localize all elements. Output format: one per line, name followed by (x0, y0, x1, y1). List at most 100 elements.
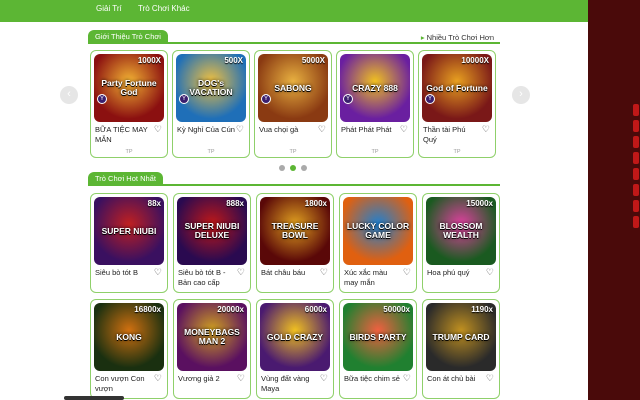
carousel-dot[interactable] (279, 165, 285, 171)
game-card[interactable]: TRUMP CARD 1190x Con át chủ bài ♡ (422, 299, 500, 399)
favorite-heart-icon[interactable]: ♡ (400, 124, 408, 135)
game-card[interactable]: CRAZY 888 Y Phát Phát Phát ♡ TP (336, 50, 414, 158)
multiplier-badge: 1800x (304, 199, 327, 208)
game-name[interactable]: Bữa tiệc chim sẻ (344, 374, 402, 384)
game-name[interactable]: Xúc xắc màu may mắn (344, 268, 402, 288)
game-name[interactable]: Siêu bò tót B (95, 268, 153, 278)
game-name[interactable]: Phát Phát Phát (341, 125, 399, 135)
game-thumbnail[interactable]: KONG 16800x (94, 303, 164, 371)
game-art-title: GOLD CRAZY (266, 331, 324, 342)
provider-logo-icon: Y (343, 94, 353, 104)
game-art-title: BIRDS PARTY (349, 331, 407, 342)
game-name[interactable]: Con vượn Con vượn (95, 374, 153, 394)
game-thumbnail[interactable]: TRUMP CARD 1190x (426, 303, 496, 371)
game-card[interactable]: TREASURE BOWL 1800x Bát châu báu ♡ (256, 193, 334, 293)
game-name[interactable]: Vua chọi gà (259, 125, 317, 135)
favorite-heart-icon[interactable]: ♡ (486, 267, 494, 278)
favorite-heart-icon[interactable]: ♡ (237, 267, 245, 278)
favorite-heart-icon[interactable]: ♡ (486, 373, 494, 384)
favorite-heart-icon[interactable]: ♡ (237, 373, 245, 384)
game-art-title: LUCKY COLOR GAME (346, 221, 410, 240)
multiplier-badge: 1190x (471, 305, 493, 314)
favorite-heart-icon[interactable]: ♡ (154, 124, 162, 135)
game-thumbnail[interactable]: TREASURE BOWL 1800x (260, 197, 330, 265)
game-card[interactable]: SUPER NIUBI DELUXE 888x Siêu bò tót B - Bả… (173, 193, 251, 293)
game-card[interactable]: BLOSSOM WEALTH 15000x Hoa phú quý ♡ (422, 193, 500, 293)
game-card[interactable]: SABONG 5000X Y Vua chọi gà ♡ TP (254, 50, 332, 158)
provider-label: TP (125, 149, 133, 155)
multiplier-badge: 50000x (383, 305, 410, 314)
favorite-heart-icon[interactable]: ♡ (482, 124, 490, 135)
game-art-title: MONEYBAGS MAN 2 (184, 327, 240, 346)
provider-logo-icon: Y (261, 94, 271, 104)
more-games-link[interactable]: ▸ Nhiều Trò Chơi Hơn (421, 33, 494, 42)
game-card[interactable]: GOLD CRAZY 6000x Vùng đất vàng Maya ♡ (256, 299, 334, 399)
carousel-prev-button[interactable]: ‹ (60, 86, 78, 104)
multiplier-badge: 5000X (301, 56, 325, 65)
game-thumbnail[interactable]: Party Fortune God 1000X Y (94, 54, 164, 122)
multiplier-badge: 6000x (304, 305, 327, 314)
game-art-title: BLOSSOM WEALTH (439, 221, 483, 240)
multiplier-badge: 15000x (466, 199, 493, 208)
game-card[interactable]: Party Fortune God 1000X Y BỮA TIỆC MAY MẮN ♡… (90, 50, 168, 158)
hot-section-tag: Trò Chơi Hot Nhất (88, 172, 163, 186)
intro-section-header: Giới Thiệu Trò Chơi ▸ Nhiều Trò Chơi Hơn (88, 30, 500, 44)
game-name[interactable]: Thần tài Phú Quý (423, 125, 481, 145)
game-card[interactable]: DOG's VACATION 500X Y Kỳ Nghỉ Của Cún ♡ TP (172, 50, 250, 158)
favorite-heart-icon[interactable]: ♡ (154, 373, 162, 384)
game-card[interactable]: MONEYBAGS MAN 2 20000x Vương giả 2 ♡ (173, 299, 251, 399)
multiplier-badge: 10000X (461, 56, 489, 65)
game-thumbnail[interactable]: DOG's VACATION 500X Y (176, 54, 246, 122)
game-thumbnail[interactable]: CRAZY 888 Y (340, 54, 410, 122)
carousel-next-button[interactable]: › (512, 86, 530, 104)
game-art-title: CRAZY 888 (352, 82, 398, 93)
game-name[interactable]: Vương giả 2 (178, 374, 236, 384)
game-name[interactable]: Hoa phú quý (427, 268, 485, 278)
game-thumbnail[interactable]: BIRDS PARTY 50000x (343, 303, 413, 371)
game-card[interactable]: KONG 16800x Con vượn Con vượn ♡ (90, 299, 168, 399)
nav-link-entertainment[interactable]: Giải Trí (96, 4, 122, 13)
favorite-heart-icon[interactable]: ♡ (236, 124, 244, 135)
game-name[interactable]: Kỳ Nghỉ Của Cún (177, 125, 235, 135)
game-card[interactable]: BIRDS PARTY 50000x Bữa tiệc chim sẻ ♡ (339, 299, 417, 399)
favorite-heart-icon[interactable]: ♡ (403, 373, 411, 384)
carousel-dot[interactable] (290, 165, 296, 171)
game-card[interactable]: LUCKY COLOR GAME Xúc xắc màu may mắn ♡ (339, 193, 417, 293)
game-art-title: KONG (116, 331, 142, 342)
carousel-dot[interactable] (301, 165, 307, 171)
favorite-heart-icon[interactable]: ♡ (320, 373, 328, 384)
game-thumbnail[interactable]: SUPER NIUBI DELUXE 888x (177, 197, 247, 265)
game-thumbnail[interactable]: BLOSSOM WEALTH 15000x (426, 197, 496, 265)
favorite-heart-icon[interactable]: ♡ (320, 267, 328, 278)
game-name[interactable]: Bát châu báu (261, 268, 319, 278)
game-thumbnail[interactable]: SABONG 5000X Y (258, 54, 328, 122)
favorite-heart-icon[interactable]: ♡ (318, 124, 326, 135)
hot-section-header: Trò Chơi Hot Nhất (88, 172, 500, 186)
multiplier-badge: 500X (224, 56, 243, 65)
favorite-heart-icon[interactable]: ♡ (154, 267, 162, 278)
game-card[interactable]: SUPER NIUBI 88x Siêu bò tót B ♡ (90, 193, 168, 293)
game-name[interactable]: Siêu bò tót B - Bản cao cấp (178, 268, 236, 288)
game-art-title: TREASURE BOWL (271, 221, 319, 240)
nav-link-other-games[interactable]: Trò Chơi Khác (138, 4, 190, 13)
intro-section-tag: Giới Thiệu Trò Chơi (88, 30, 168, 44)
game-thumbnail[interactable]: LUCKY COLOR GAME (343, 197, 413, 265)
provider-label: TP (207, 149, 215, 155)
game-thumbnail[interactable]: MONEYBAGS MAN 2 20000x (177, 303, 247, 371)
game-name[interactable]: BỮA TIỆC MAY MẮN (95, 125, 153, 145)
provider-label: TP (289, 149, 297, 155)
horizontal-scrollbar[interactable] (64, 396, 124, 400)
game-name[interactable]: Con át chủ bài (427, 374, 485, 384)
game-art-title: God of Fortune (426, 82, 488, 93)
game-thumbnail[interactable]: God of Fortune 10000X Y (422, 54, 492, 122)
provider-logo-icon: Y (425, 94, 435, 104)
game-thumbnail[interactable]: GOLD CRAZY 6000x (260, 303, 330, 371)
favorite-heart-icon[interactable]: ♡ (403, 267, 411, 278)
game-thumbnail[interactable]: SUPER NIUBI 88x (94, 197, 164, 265)
right-decoration (632, 100, 640, 270)
chevron-right-icon: ▸ (420, 33, 425, 42)
game-card[interactable]: God of Fortune 10000X Y Thần tài Phú Quý ♡ TP (418, 50, 496, 158)
game-art-title: SABONG (274, 82, 312, 93)
game-name[interactable]: Vùng đất vàng Maya (261, 374, 319, 394)
multiplier-badge: 88x (147, 199, 161, 208)
